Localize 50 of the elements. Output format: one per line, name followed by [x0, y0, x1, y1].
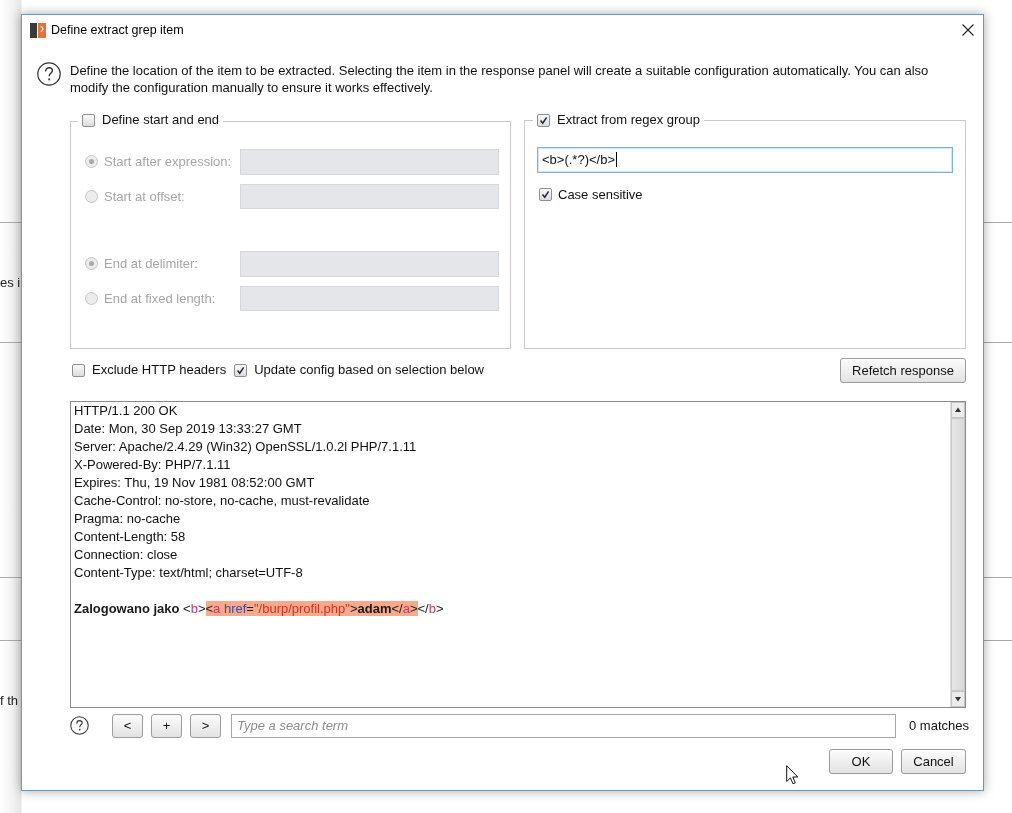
- response-header-line: Expires: Thu, 19 Nov 1981 08:52:00 GMT: [74, 473, 316, 492]
- option-checkbox[interactable]: Update config based on selection below: [234, 362, 484, 378]
- response-header-line: Server: Apache/2.4.29 (Win32) OpenSSL/1.0.2l PHP/7.1.11: [74, 437, 418, 456]
- text-field[interactable]: [240, 183, 499, 209]
- response-header-line: Date: Mon, 30 Sep 2019 13:33:27 GMT: [74, 419, 303, 438]
- case-sensitive-checkbox[interactable]: Case sensitive: [539, 186, 643, 203]
- add-button[interactable]: +: [151, 713, 182, 738]
- close-icon[interactable]: [962, 24, 974, 36]
- text-field[interactable]: [240, 285, 499, 311]
- option-checkbox[interactable]: Exclude HTTP headers: [72, 362, 227, 378]
- text-field[interactable]: [240, 148, 499, 175]
- cancel-button[interactable]: Cancel: [901, 748, 966, 774]
- vertical-scrollbar[interactable]: [950, 401, 965, 707]
- ok-button[interactable]: OK: [829, 748, 893, 774]
- background-text: f th: [0, 693, 19, 709]
- mouse-pointer-icon: [786, 765, 799, 785]
- checkbox-icon[interactable]: [537, 113, 550, 127]
- previous-button[interactable]: <: [112, 713, 143, 738]
- app-logo-icon: [30, 22, 46, 38]
- window-title: Define extract grep item: [51, 23, 185, 37]
- response-header-line: Content-Type: text/html; charset=UTF-8: [74, 563, 304, 582]
- checkbox-icon[interactable]: [234, 363, 248, 377]
- response-body-text: Zalogowano jako <b>: [74, 600, 206, 616]
- response-body-text: </b>: [417, 600, 444, 616]
- selected-text: <a href="/burp/profil.php">adam</a>: [205, 600, 418, 616]
- help-icon[interactable]: [70, 716, 89, 735]
- scrollbar-thumb[interactable]: [951, 417, 965, 691]
- refetch-button[interactable]: Refetch response: [840, 357, 966, 383]
- response-text-area[interactable]: [70, 400, 966, 708]
- regex-field[interactable]: <b>(.*?)</b>: [537, 146, 953, 173]
- search-field[interactable]: Type a search term: [231, 713, 896, 738]
- response-header-line: X-Powered-By: PHP/7.1.11: [74, 455, 232, 474]
- match-count: 0 matches: [909, 718, 969, 733]
- next-button[interactable]: >: [190, 713, 221, 738]
- scroll-down-icon[interactable]: [951, 690, 965, 707]
- checkbox-icon[interactable]: [539, 188, 552, 201]
- help-icon[interactable]: [37, 62, 61, 86]
- scroll-up-icon[interactable]: [951, 401, 965, 418]
- response-header-line: HTTP/1.1 200 OK: [74, 401, 179, 420]
- text-field[interactable]: [240, 250, 499, 277]
- response-header-line: Pragma: no-cache: [74, 509, 182, 528]
- help-text: Define the location of the item to be extracted. Selecting the item in the response panel will create a suitable configuration automatically. You can also modify the configuration manually to ensure it works effectively.: [70, 62, 930, 96]
- response-header-line: Connection: close: [74, 545, 179, 564]
- define-start-end-checkbox[interactable]: Define start and end: [82, 112, 220, 128]
- response-header-line: Content-Length: 58: [74, 527, 187, 546]
- response-header-line: Cache-Control: no-store, no-cache, must-revalidate: [74, 491, 371, 510]
- checkbox-icon[interactable]: [82, 113, 95, 127]
- checkbox-icon[interactable]: [72, 363, 85, 377]
- regex-group-checkbox[interactable]: Extract from regex group: [537, 112, 701, 128]
- background-text: es i: [0, 274, 21, 291]
